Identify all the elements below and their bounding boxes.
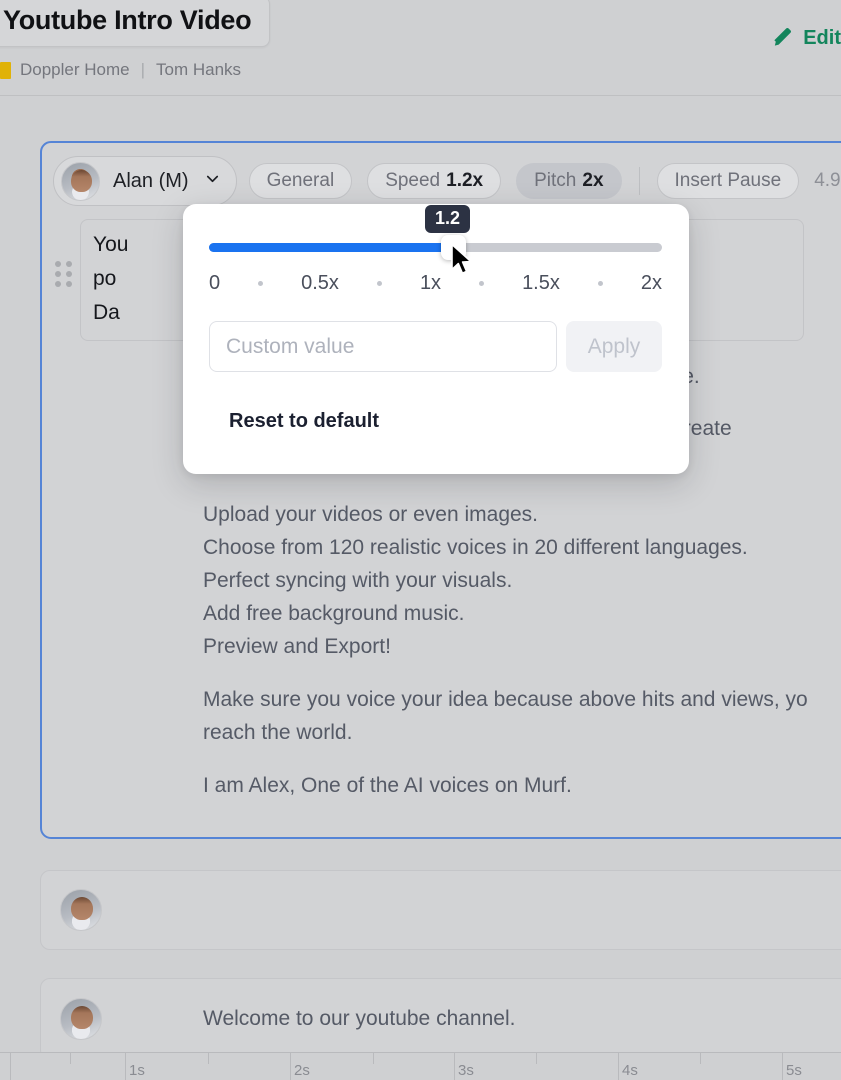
insert-pause-pill[interactable]: Insert Pause: [657, 163, 800, 199]
feature-list[interactable]: Upload your videos or even images. Choos…: [42, 498, 841, 663]
insert-pause-label: Insert Pause: [675, 170, 782, 192]
slider-value-bubble: 1.2: [425, 205, 470, 233]
pencil-icon: [771, 24, 794, 53]
timeline-label-2s: 2s: [290, 1062, 310, 1079]
edit-button-label: Edit: [803, 27, 841, 50]
drag-dots-icon: [55, 261, 72, 287]
tick-label-3: 1.5x: [522, 272, 560, 295]
feature-line: Perfect syncing with your visuals.: [203, 564, 841, 597]
timeline-label-4s: 4s: [618, 1062, 638, 1079]
speed-pill[interactable]: Speed 1.2x: [367, 163, 501, 199]
timeline-label-5s: 5s: [782, 1062, 802, 1079]
timeline-tick-minor: [70, 1053, 71, 1064]
closing-line-2: reach the world.: [203, 716, 841, 749]
project-title-box[interactable]: Youtube Intro Video: [0, 0, 270, 47]
timeline-tick-minor: [208, 1053, 209, 1064]
toolbar-divider: [639, 167, 640, 195]
script-block-3-text: Welcome to our youtube channel.: [203, 1007, 515, 1031]
voice-name-label: Alan (M): [113, 170, 189, 193]
voice-avatar: [60, 889, 102, 931]
tick-dot-icon: [598, 281, 603, 286]
breadcrumb-item[interactable]: Tom Hanks: [156, 60, 241, 80]
tick-dot-icon: [377, 281, 382, 286]
voice-avatar: [60, 998, 102, 1040]
tick-dot-icon: [258, 281, 263, 286]
speed-pill-label: Speed: [385, 170, 440, 192]
tick-label-2: 1x: [420, 272, 441, 295]
voice-selector[interactable]: Alan (M): [53, 156, 237, 206]
pitch-pill[interactable]: Pitch 2x: [516, 163, 621, 199]
page-title: Youtube Intro Video: [3, 5, 251, 36]
script-block-3[interactable]: Welcome to our youtube channel.: [40, 978, 841, 1060]
voice-avatar: [61, 162, 100, 201]
feature-line: Preview and Export!: [203, 630, 841, 663]
feature-line: Upload your videos or even images.: [203, 498, 841, 531]
tick-label-1: 0.5x: [301, 272, 339, 295]
signature-line: I am Alex, One of the AI voices on Murf.: [203, 769, 841, 802]
edit-button[interactable]: Edit: [771, 24, 841, 53]
slider-thumb[interactable]: [441, 235, 466, 260]
closing-line-1: Make sure you voice your idea because ab…: [203, 683, 841, 716]
project-color-swatch: [0, 62, 11, 79]
feature-line: Choose from 120 realistic voices in 20 d…: [203, 531, 841, 564]
feature-line: Add free background music.: [203, 597, 841, 630]
timeline-tick-minor: [536, 1053, 537, 1064]
header-divider: [0, 95, 841, 96]
page-header: Youtube Intro Video Doppler Home | Tom H…: [0, 0, 841, 96]
timeline-tick-minor: [373, 1053, 374, 1064]
closing-paragraph[interactable]: Make sure you voice your idea because ab…: [42, 683, 841, 749]
pitch-pill-value: 2x: [582, 170, 603, 192]
timeline-ruler[interactable]: 1s 2s 3s 4s 5s: [0, 1052, 841, 1080]
timeline-tick-minor: [700, 1053, 701, 1064]
speed-pill-value: 1.2x: [446, 170, 483, 192]
pitch-slider[interactable]: 1.2: [209, 243, 662, 253]
timeline-label-1s: 1s: [125, 1062, 145, 1079]
tick-dot-icon: [479, 281, 484, 286]
timeline-label-3s: 3s: [454, 1062, 474, 1079]
signature-paragraph[interactable]: I am Alex, One of the AI voices on Murf.: [42, 769, 841, 802]
tick-label-4: 2x: [641, 272, 662, 295]
pitch-slider-popover[interactable]: 1.2 0 0.5x 1x 1.5x 2x Apply Reset to def…: [183, 204, 689, 474]
toolbar-pill-group: General Speed 1.2x Pitch 2x Insert Pause…: [249, 163, 841, 199]
tick-label-0: 0: [209, 272, 220, 295]
custom-value-input[interactable]: [209, 321, 557, 372]
reset-to-default-link[interactable]: Reset to default: [229, 410, 379, 433]
drag-handle[interactable]: [42, 219, 84, 287]
breadcrumb-separator: |: [139, 60, 147, 80]
script-block-2[interactable]: [40, 870, 841, 950]
general-pill-label: General: [267, 170, 335, 192]
timeline-tick: [10, 1053, 11, 1080]
slider-tick-labels: 0 0.5x 1x 1.5x 2x: [209, 272, 662, 295]
breadcrumb: Doppler Home | Tom Hanks: [0, 60, 241, 80]
block-duration: 4.9s: [814, 170, 841, 192]
pitch-pill-label: Pitch: [534, 170, 576, 192]
chevron-down-icon: [203, 169, 222, 193]
general-pill[interactable]: General: [249, 163, 353, 199]
breadcrumb-project[interactable]: Doppler Home: [20, 60, 130, 80]
custom-value-row: Apply: [209, 321, 662, 372]
apply-button[interactable]: Apply: [566, 321, 662, 372]
slider-track-fill: [209, 243, 449, 252]
